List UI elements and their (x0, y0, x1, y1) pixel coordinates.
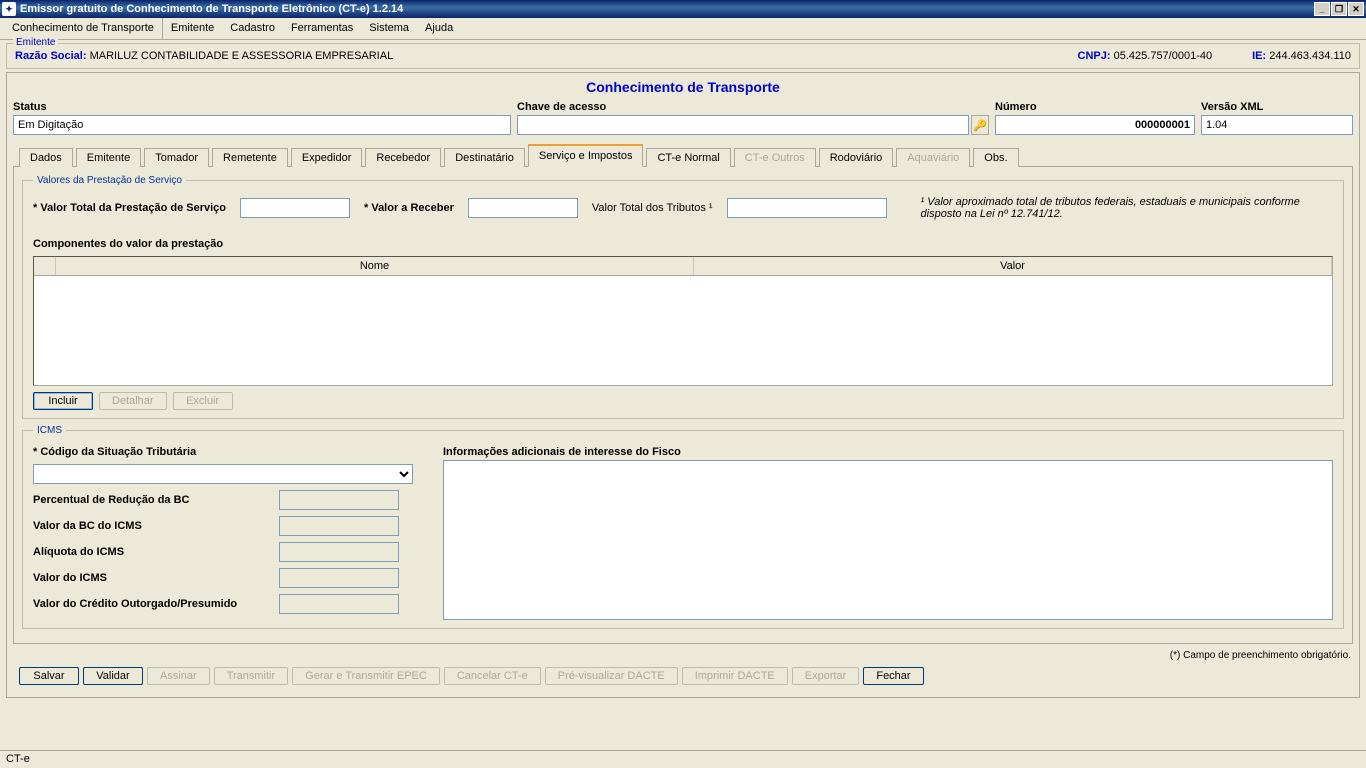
chave-input (517, 115, 969, 135)
key-icon: 🔑 (971, 115, 989, 135)
cancelar-button: Cancelar CT-e (444, 667, 541, 685)
detalhar-button: Detalhar (99, 392, 167, 410)
tab-obs[interactable]: Obs. (973, 148, 1018, 167)
gerar-epec-button: Gerar e Transmitir EPEC (292, 667, 440, 685)
tab-rodoviario[interactable]: Rodoviário (819, 148, 894, 167)
ie-label: IE: (1252, 50, 1266, 62)
numero-input (995, 115, 1195, 135)
componentes-table: Nome Valor (33, 256, 1333, 386)
credito-input[interactable] (279, 594, 399, 614)
bc-input[interactable] (279, 516, 399, 536)
tab-recebedor[interactable]: Recebedor (365, 148, 441, 167)
menu-cadastro[interactable]: Cadastro (222, 18, 283, 39)
tab-body: Valores da Prestação de Serviço * Valor … (13, 167, 1353, 644)
emitente-legend: Emitente (13, 37, 58, 48)
info-label: Informações adicionais de interesse do F… (443, 446, 1333, 458)
cst-label: * Código da Situação Tributária (33, 446, 196, 458)
componentes-label: Componentes do valor da prestação (33, 238, 1333, 250)
tab-remetente[interactable]: Remetente (212, 148, 288, 167)
previsualizar-button: Pré-visualizar DACTE (545, 667, 678, 685)
validar-button[interactable]: Validar (83, 667, 143, 685)
close-button[interactable]: ✕ (1348, 2, 1364, 16)
status-label: Status (13, 101, 511, 113)
razao-label: Razão Social: (15, 50, 87, 62)
perc-label: Percentual de Redução da BC (33, 494, 273, 506)
cnpj-value: 05.425.757/0001-40 (1114, 50, 1212, 62)
valores-legend: Valores da Prestação de Serviço (33, 175, 186, 186)
menu-conhecimento[interactable]: Conhecimento de Transporte (4, 18, 163, 39)
emitente-panel: Emitente Razão Social: MARILUZ CONTABILI… (6, 43, 1360, 69)
cnpj-label: CNPJ: (1078, 50, 1111, 62)
maximize-button[interactable]: ❐ (1331, 2, 1347, 16)
tab-destinatario[interactable]: Destinatário (444, 148, 525, 167)
valores-group: Valores da Prestação de Serviço * Valor … (22, 175, 1344, 419)
statusbar-text: CT-e (6, 753, 30, 765)
tab-expedidor[interactable]: Expedidor (291, 148, 363, 167)
exportar-button: Exportar (792, 667, 860, 685)
imprimir-button: Imprimir DACTE (682, 667, 788, 685)
total-input[interactable] (240, 198, 350, 218)
th-valor: Valor (694, 257, 1332, 275)
menu-ajuda[interactable]: Ajuda (417, 18, 461, 39)
tab-servico-impostos[interactable]: Serviço e Impostos (528, 144, 644, 167)
menu-ferramentas[interactable]: Ferramentas (283, 18, 361, 39)
versao-input (1201, 115, 1353, 135)
info-textarea[interactable] (443, 460, 1333, 620)
total-label: * Valor Total da Prestação de Serviço (33, 202, 226, 214)
chave-label: Chave de acesso (517, 101, 989, 113)
menu-emitente[interactable]: Emitente (163, 18, 222, 39)
transmitir-button: Transmitir (214, 667, 288, 685)
numero-label: Número (995, 101, 1195, 113)
valor-input[interactable] (279, 568, 399, 588)
versao-label: Versão XML (1201, 101, 1353, 113)
footer-note: (*) Campo de preenchimento obrigatório. (15, 650, 1351, 661)
aliq-label: Alíquota do ICMS (33, 546, 273, 558)
incluir-button[interactable]: Incluir (33, 392, 93, 410)
title-text: Emissor gratuito de Conhecimento de Tran… (20, 3, 1313, 15)
fechar-button[interactable]: Fechar (863, 667, 923, 685)
tab-aquaviario: Aquaviário (896, 148, 970, 167)
tributos-label: Valor Total dos Tributos ¹ (592, 202, 713, 214)
main-title: Conhecimento de Transporte (13, 77, 1353, 101)
tab-cte-outros: CT-e Outros (734, 148, 816, 167)
perc-input[interactable] (279, 490, 399, 510)
titlebar: ✦ Emissor gratuito de Conhecimento de Tr… (0, 0, 1366, 18)
tab-tomador[interactable]: Tomador (144, 148, 209, 167)
salvar-button[interactable]: Salvar (19, 667, 79, 685)
cst-select[interactable] (33, 464, 413, 484)
statusbar: CT-e (0, 750, 1366, 768)
assinar-button: Assinar (147, 667, 210, 685)
receber-label: * Valor a Receber (364, 202, 454, 214)
tab-dados[interactable]: Dados (19, 148, 73, 167)
ie-value: 244.463.434.110 (1269, 50, 1351, 62)
receber-input[interactable] (468, 198, 578, 218)
tab-cte-normal[interactable]: CT-e Normal (646, 148, 730, 167)
menubar: Conhecimento de Transporte Emitente Cada… (0, 18, 1366, 40)
tributos-input[interactable] (727, 198, 887, 218)
th-index (34, 257, 56, 275)
tributos-note: ¹ Valor aproximado total de tributos fed… (921, 196, 1333, 220)
excluir-button: Excluir (173, 392, 233, 410)
valor-label: Valor do ICMS (33, 572, 273, 584)
aliq-input[interactable] (279, 542, 399, 562)
menu-sistema[interactable]: Sistema (361, 18, 417, 39)
tab-emitente[interactable]: Emitente (76, 148, 141, 167)
status-input (13, 115, 511, 135)
credito-label: Valor do Crédito Outorgado/Presumido (33, 598, 273, 610)
minimize-button[interactable]: _ (1314, 2, 1330, 16)
th-nome: Nome (56, 257, 694, 275)
icms-group: ICMS * Código da Situação Tributária Per… (22, 425, 1344, 629)
bc-label: Valor da BC do ICMS (33, 520, 273, 532)
app-icon: ✦ (2, 2, 16, 16)
main-frame: Conhecimento de Transporte Status Chave … (6, 72, 1360, 698)
razao-value: MARILUZ CONTABILIDADE E ASSESSORIA EMPRE… (90, 50, 394, 62)
tabs: Dados Emitente Tomador Remetente Expedid… (13, 143, 1353, 167)
icms-legend: ICMS (33, 425, 66, 436)
